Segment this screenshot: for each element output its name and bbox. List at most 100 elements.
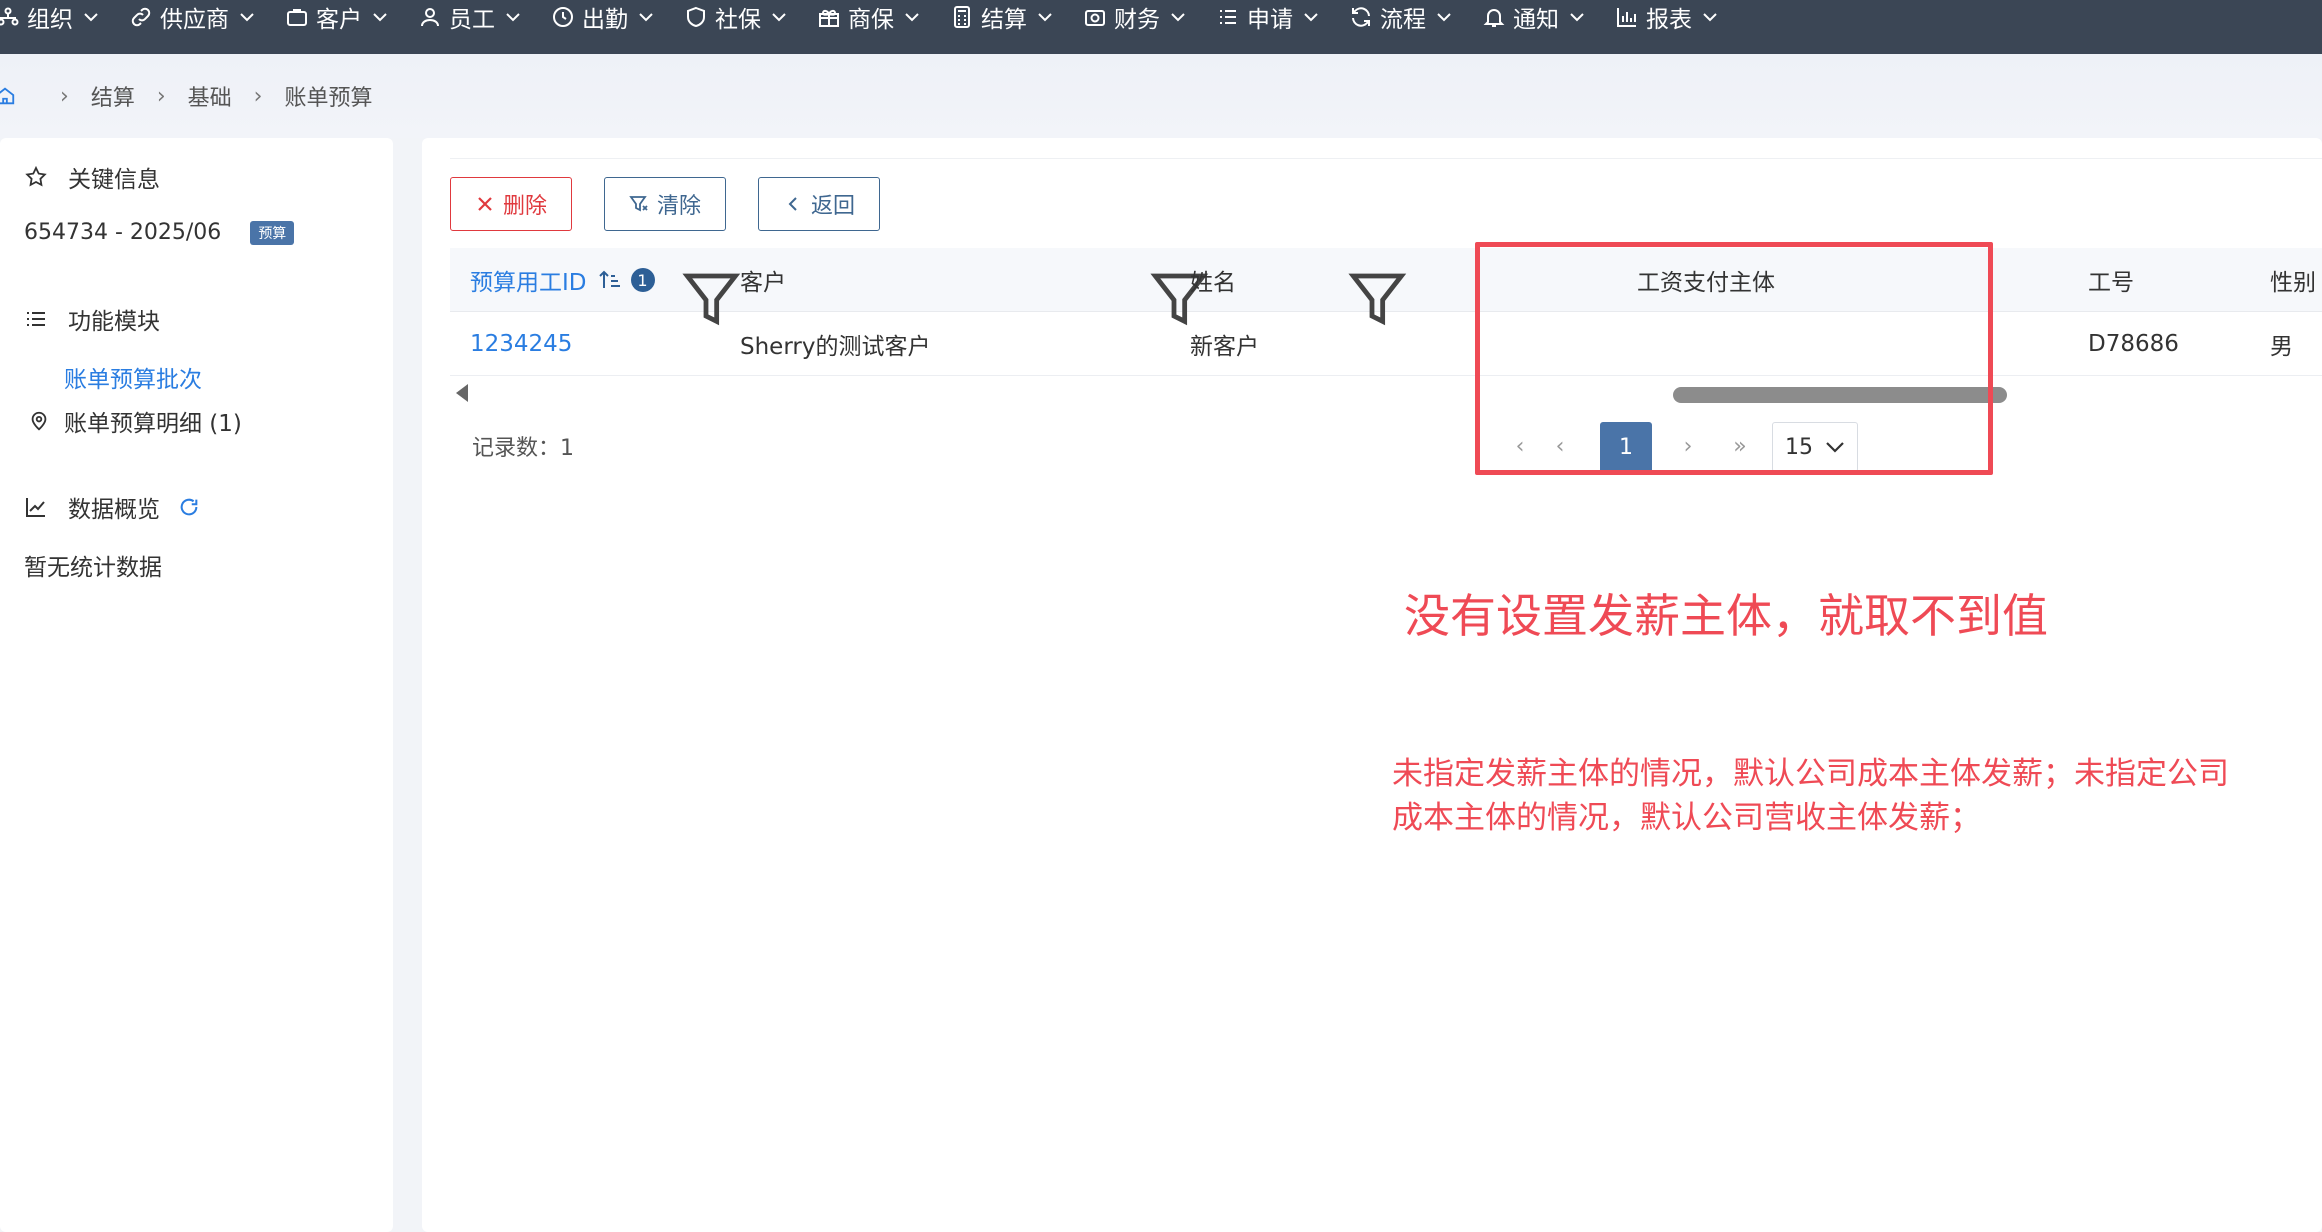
annotation-highlight-box <box>1475 242 1993 475</box>
button-label: 清除 <box>656 194 701 219</box>
bell-icon <box>1483 9 1505 27</box>
home-icon[interactable] <box>0 85 16 107</box>
org-icon <box>0 7 19 26</box>
chevron-down-icon <box>506 13 520 22</box>
breadcrumb-item[interactable]: 基础 <box>188 80 232 112</box>
nav-label: 客户 <box>316 7 362 33</box>
column-header-name[interactable]: 姓名 <box>1190 248 1236 312</box>
chevron-down-icon <box>240 13 254 22</box>
nav-item-commercial-insurance[interactable]: 商保 <box>817 0 920 44</box>
chevron-down-icon <box>1171 13 1185 22</box>
column-header-gender[interactable]: 性别 <box>2270 248 2316 312</box>
user-icon <box>421 8 439 27</box>
column-header-customer[interactable]: 客户 <box>740 248 786 312</box>
chevron-left-icon <box>788 197 797 211</box>
nav-item-org[interactable]: 组织 <box>0 0 99 44</box>
filter-clear-icon <box>629 196 648 212</box>
nav-item-workflow[interactable]: 流程 <box>1349 0 1452 44</box>
nav-item-report[interactable]: 报表 <box>1615 0 1718 44</box>
nav-item-customer[interactable]: 客户 <box>285 0 388 44</box>
module-item-batch[interactable]: 账单预算批次 <box>64 360 202 394</box>
scroll-left-icon[interactable] <box>456 384 468 402</box>
nav-item-finance[interactable]: 财务 <box>1083 0 1186 44</box>
chevron-down-icon <box>373 13 387 22</box>
chevron-down-icon <box>1304 13 1318 22</box>
nav-label: 财务 <box>1114 7 1160 33</box>
nav-label: 报表 <box>1646 7 1692 33</box>
cell-emp-no: D78686 <box>2088 331 2179 357</box>
table-footer: 记录数：1 ‹ ‹ 1 › » 15 <box>450 406 2322 484</box>
star-icon <box>25 165 47 187</box>
record-count: 记录数：1 <box>472 436 574 461</box>
modules-title: 功能模块 <box>24 302 160 336</box>
module-item-detail[interactable]: 账单预算明细 (1) <box>28 404 242 438</box>
calculator-icon <box>954 6 970 28</box>
chevron-right-icon: › <box>60 83 69 109</box>
nav-item-employee[interactable]: 员工 <box>418 0 521 44</box>
nav-item-notice[interactable]: 通知 <box>1482 0 1585 44</box>
overview-empty: 暂无统计数据 <box>24 555 162 581</box>
section-title-label: 功能模块 <box>68 309 160 335</box>
left-panel: 关键信息 654734 - 2025/06 预算 功能模块 账单预算批次 账单预… <box>0 138 393 1232</box>
camera-icon <box>1085 10 1105 26</box>
nav-label: 流程 <box>1380 7 1426 33</box>
status-badge: 预算 <box>250 221 295 245</box>
back-button[interactable]: 返回 <box>758 177 880 231</box>
nav-label: 组织 <box>27 7 73 33</box>
breadcrumb-item-current: 账单预算 <box>284 86 373 111</box>
nav-item-attendance[interactable]: 出勤 <box>551 0 654 44</box>
record-id: 654734 - 2025/06 预算 <box>24 220 295 245</box>
line-chart-icon <box>26 498 45 517</box>
breadcrumb: › 结算 › 基础 › 账单预算 <box>0 54 2322 138</box>
overview-title: 数据概览 <box>24 490 200 524</box>
chevron-down-icon <box>1703 13 1717 22</box>
location-pin-icon <box>31 411 47 431</box>
nav-label: 出勤 <box>582 7 628 33</box>
list-icon <box>27 312 45 326</box>
nav-label: 社保 <box>715 7 761 33</box>
nav-label: 结算 <box>981 7 1027 33</box>
chevron-down-icon <box>639 13 653 22</box>
refresh-icon[interactable] <box>178 496 200 518</box>
column-header-id[interactable]: 预算用工ID 1 <box>470 248 655 312</box>
close-icon <box>478 197 492 211</box>
cell-id[interactable]: 1234245 <box>470 312 572 376</box>
filter-count-badge: 1 <box>630 268 655 292</box>
nav-item-social-insurance[interactable]: 社保 <box>684 0 787 44</box>
column-header-emp-no[interactable]: 工号 <box>2088 248 2134 312</box>
delete-button[interactable]: 删除 <box>450 177 572 231</box>
nav-item-application[interactable]: 申请 <box>1216 0 1319 44</box>
button-label: 返回 <box>810 194 855 219</box>
shield-icon <box>687 6 705 28</box>
sort-ascending-icon[interactable] <box>597 267 623 293</box>
horizontal-scrollbar[interactable] <box>450 378 2322 406</box>
cell-customer: Sherry的测试客户 <box>740 334 931 360</box>
annotation-body: 未指定发薪主体的情况，默认公司成本主体发薪；未指定公司成本主体的情况，默认公司营… <box>1392 756 2229 836</box>
annotation-title: 没有设置发薪主体，就取不到值 <box>1404 589 2048 643</box>
chevron-down-icon <box>1570 13 1584 22</box>
nav-label: 员工 <box>449 7 495 33</box>
table-row[interactable]: 1234245 Sherry的测试客户 新客户 D78686 男 <box>450 312 2322 376</box>
clear-filter-button[interactable]: 清除 <box>604 177 726 231</box>
bar-chart-icon <box>1617 8 1636 27</box>
chevron-down-icon <box>772 13 786 22</box>
column-label: 预算用工ID <box>470 270 587 296</box>
breadcrumb-item[interactable]: 结算 <box>91 80 135 112</box>
nav-label: 通知 <box>1513 7 1559 33</box>
module-item-label: 账单预算明细 (1) <box>64 411 242 437</box>
cell-gender: 男 <box>2270 334 2293 360</box>
table-header: 预算用工ID 1 客户 姓名 工资支付主体 工号 性别 <box>450 248 2322 326</box>
main-panel: 删除 清除 返回 预算用工ID 1 客户 姓名 工资支付主体 工号 性别 123… <box>422 138 2322 1232</box>
chevron-down-icon <box>905 13 919 22</box>
chevron-right-icon: › <box>156 83 166 109</box>
chevron-right-icon: › <box>253 83 263 109</box>
nav-item-supplier[interactable]: 供应商 <box>129 0 255 44</box>
nav-label: 供应商 <box>160 7 229 33</box>
chevron-down-icon <box>1038 13 1052 22</box>
briefcase-icon <box>287 9 307 26</box>
nav-item-settlement[interactable]: 结算 <box>950 0 1053 44</box>
nav-label: 商保 <box>848 7 894 33</box>
key-info-title: 关键信息 <box>24 160 160 194</box>
list-icon <box>1220 10 1236 24</box>
gift-icon <box>819 9 839 27</box>
